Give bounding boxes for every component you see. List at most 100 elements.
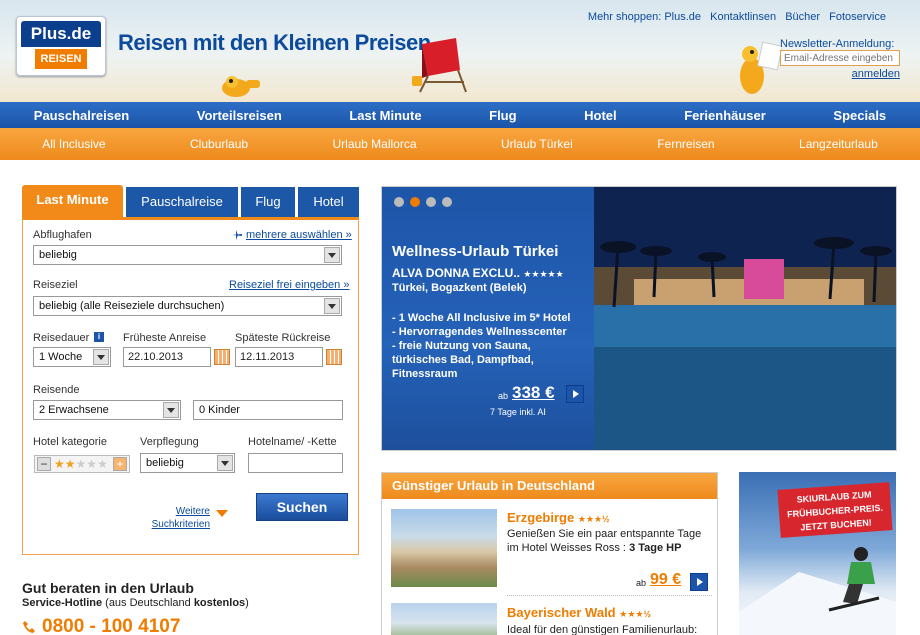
tab-flug[interactable]: Flug	[241, 187, 295, 217]
hotel-category-stars[interactable]: − ★★★★★ +	[34, 455, 130, 473]
nav-pauschalreisen[interactable]: Pauschalreisen	[34, 108, 129, 123]
plus-icon[interactable]: +	[113, 457, 127, 471]
latest-label: Späteste Rückreise	[235, 332, 331, 344]
departure-select-value: beliebig	[39, 249, 77, 261]
offer-title[interactable]: Erzgebirge ★★★½	[507, 510, 610, 525]
destination-select[interactable]: beliebig (alle Reiseziele durchsuchen)	[33, 296, 342, 316]
destination-label: Reiseziel	[33, 279, 78, 291]
subnav-fernreisen[interactable]: Fernreisen	[657, 137, 714, 151]
offer-title-text[interactable]: Bayerischer Wald	[507, 605, 616, 620]
newsletter-label: Newsletter-Anmeldung:	[780, 38, 895, 50]
subnav-urlaub-tuerkei[interactable]: Urlaub Türkei	[501, 137, 573, 151]
children-field[interactable]: 0 Kinder	[193, 400, 343, 420]
hero-location: Türkei, Bogazkent (Belek)	[392, 282, 527, 294]
tab-hotel[interactable]: Hotel	[298, 187, 359, 217]
top-link-kontaktlinsen[interactable]: Kontaktlinsen	[710, 11, 776, 23]
subnav-urlaub-mallorca[interactable]: Urlaub Mallorca	[333, 137, 417, 151]
slider-dot-active[interactable]	[410, 197, 420, 207]
search-button[interactable]: Suchen	[256, 493, 348, 521]
hero-hotel-name: ALVA DONNA EXCLU..	[392, 266, 520, 280]
divider	[507, 595, 712, 596]
hero-price-note: 7 Tage inkl. AI	[490, 407, 546, 417]
hero-price[interactable]: 338 €	[512, 383, 555, 403]
adults-select-value: 2 Erwachsene	[39, 404, 109, 416]
nav-specials[interactable]: Specials	[833, 108, 886, 123]
hotel-pool-photo	[594, 187, 896, 450]
nav-ferienhaeuser[interactable]: Ferienhäuser	[684, 108, 766, 123]
slogan: Reisen mit den Kleinen Preisen	[118, 30, 431, 55]
top-link-buecher[interactable]: Bücher	[785, 11, 820, 23]
hero-price-box[interactable]: ab 338 € 7 Tage inkl. AI	[392, 383, 587, 421]
board-label: Verpflegung	[140, 436, 199, 448]
hotline-sub-mid: (aus Deutschland	[102, 597, 194, 609]
top-links: Mehr shoppen: Plus.de Kontaktlinsen Büch…	[582, 11, 886, 23]
subnav-cluburlaub[interactable]: Cluburlaub	[190, 137, 248, 151]
calendar-icon[interactable]	[214, 349, 230, 365]
nav-vorteilsreisen[interactable]: Vorteilsreisen	[197, 108, 282, 123]
offer-stars: ★★★½	[619, 609, 651, 619]
newsletter-email-input[interactable]	[780, 50, 900, 66]
more-criteria-line2: Suchkriterien	[151, 519, 210, 530]
more-criteria-line1: Weitere	[175, 506, 210, 517]
latest-date-input[interactable]: 12.11.2013	[235, 347, 323, 367]
star-icon: ★	[75, 457, 87, 471]
departure-select[interactable]: beliebig	[33, 245, 342, 265]
more-criteria-link[interactable]: Weitere Suchkriterien	[148, 505, 210, 531]
erzgebirge-hotel-photo[interactable]	[391, 509, 497, 587]
plus-reisen-logo[interactable]: Plus.de REISEN	[16, 16, 106, 76]
hotline-title: Gut beraten in den Urlaub	[22, 580, 194, 596]
ski-ad-badge: SKIURLAUB ZUM FRÜHBUCHER-PREIS. JETZT BU…	[777, 482, 893, 538]
chevron-down-icon	[217, 455, 233, 471]
subnav-all-inclusive[interactable]: All Inclusive	[42, 137, 105, 151]
hotline-sub-prefix: Service-Hotline	[22, 597, 103, 609]
triangle-down-icon[interactable]	[216, 510, 228, 517]
subnav-langzeiturlaub[interactable]: Langzeiturlaub	[799, 137, 878, 151]
hotline-sub-bold: kostenlos	[193, 597, 246, 609]
duration-select[interactable]: 1 Woche	[33, 347, 111, 367]
logo-top-text: Plus.de	[21, 21, 101, 47]
slider-dot[interactable]	[426, 197, 436, 207]
offer-text-bold: 3 Tage HP	[629, 542, 682, 554]
offer-title-text[interactable]: Erzgebirge	[507, 510, 574, 525]
slider-dot[interactable]	[394, 197, 404, 207]
star-icon: ★	[54, 457, 65, 471]
star-icon: ★	[97, 457, 108, 471]
bayerischer-wald-photo[interactable]	[391, 603, 497, 635]
offer-stars: ★★★½	[577, 514, 610, 524]
hotline-phone[interactable]: 0800 - 100 4107	[42, 616, 180, 635]
tab-last-minute[interactable]: Last Minute	[22, 185, 123, 217]
top-link-plus[interactable]: Mehr shoppen: Plus.de	[588, 11, 701, 23]
earliest-date-input[interactable]: 22.10.2013	[123, 347, 211, 367]
departure-more-link[interactable]: mehrere auswählen »	[246, 229, 352, 241]
ski-ad-banner[interactable]: SKIURLAUB ZUM FRÜHBUCHER-PREIS. JETZT BU…	[739, 472, 896, 635]
star-rating: ★★★★★	[54, 457, 108, 471]
destination-free-link[interactable]: Reiseziel frei eingeben »	[229, 279, 349, 291]
chevron-down-icon	[163, 402, 179, 418]
nav-last-minute[interactable]: Last Minute	[349, 108, 421, 123]
arrow-right-icon[interactable]	[690, 573, 708, 591]
tab-pauschalreise[interactable]: Pauschalreise	[126, 187, 238, 217]
adults-select[interactable]: 2 Erwachsene	[33, 400, 181, 420]
hero-slider[interactable]: Wellness-Urlaub Türkei ALVA DONNA EXCLU.…	[381, 186, 897, 451]
hotel-name-input[interactable]	[248, 453, 343, 473]
departure-label: Abflughafen	[33, 229, 92, 241]
hero-bullets: - 1 Woche All Inclusive im 5* Hotel - He…	[392, 311, 587, 381]
nav-flug[interactable]: Flug	[489, 108, 516, 123]
calendar-icon[interactable]	[326, 349, 342, 365]
minus-icon[interactable]: −	[37, 457, 51, 471]
arrow-right-icon[interactable]	[566, 385, 584, 403]
info-icon[interactable]: i	[94, 332, 104, 342]
beach-chair-icon	[412, 38, 467, 93]
offer-title[interactable]: Bayerischer Wald ★★★½	[507, 605, 651, 620]
offer-price[interactable]: 99 €	[650, 571, 681, 589]
slider-dot[interactable]	[442, 197, 452, 207]
offer-price-prefix: ab	[636, 578, 647, 588]
hero-offer-panel: Wellness-Urlaub Türkei ALVA DONNA EXCLU.…	[382, 187, 594, 450]
board-select[interactable]: beliebig	[140, 453, 235, 473]
offer-text: Ideal für den günstigen Familienurlaub:	[507, 624, 698, 635]
top-link-fotoservice[interactable]: Fotoservice	[829, 11, 886, 23]
newsletter-submit-link[interactable]: anmelden	[780, 68, 900, 80]
nav-hotel[interactable]: Hotel	[584, 108, 617, 123]
duration-select-value: 1 Woche	[39, 351, 83, 363]
star-icon: ★	[64, 457, 76, 471]
